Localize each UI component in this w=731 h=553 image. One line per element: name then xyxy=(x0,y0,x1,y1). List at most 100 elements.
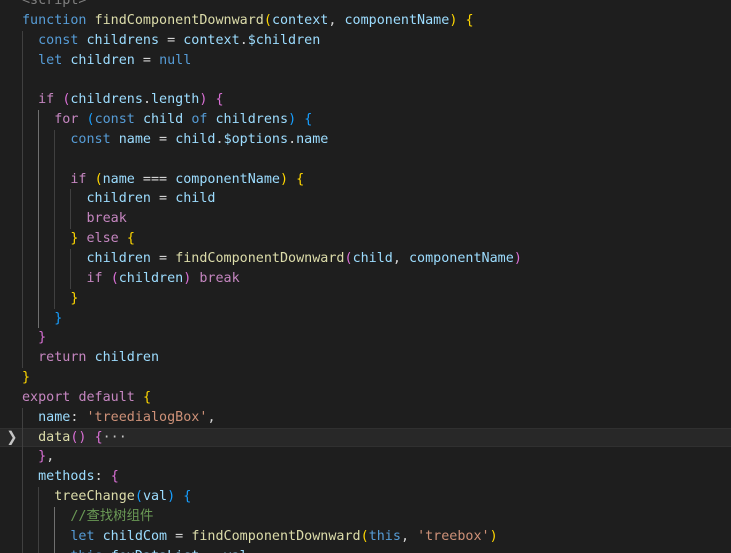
code-line[interactable]: export default { xyxy=(0,388,731,408)
code-line[interactable]: if (children) break xyxy=(0,268,731,289)
code-token: ( xyxy=(360,528,369,544)
code-token: if xyxy=(70,171,87,187)
code-line[interactable]: const childrens = context.$children xyxy=(0,30,731,51)
code-line[interactable]: } xyxy=(0,368,731,388)
code-token: componentName xyxy=(409,250,514,266)
code-token: { xyxy=(465,12,474,28)
code-line[interactable]: if (childrens.length) { xyxy=(0,90,731,111)
code-line[interactable]: name: 'treedialogBox', xyxy=(0,407,731,428)
code-line[interactable]: ❯ data() {··· xyxy=(0,427,731,449)
code-token: context xyxy=(183,32,240,48)
code-token: ) xyxy=(288,112,297,128)
code-token: let xyxy=(70,528,95,544)
code-token: . xyxy=(103,549,111,553)
code-line[interactable]: for (const child of childrens) { xyxy=(0,110,731,130)
code-line[interactable]: function findComponentDownward(context, … xyxy=(0,11,731,31)
code-token: ) xyxy=(513,250,522,266)
indent-guide xyxy=(22,149,23,170)
code-line[interactable]: } xyxy=(0,328,731,349)
fold-chevron-icon[interactable]: ❯ xyxy=(5,427,19,449)
code-text: function findComponentDownward(context, … xyxy=(22,11,474,31)
code-token: child xyxy=(352,250,393,266)
code-token: ( xyxy=(134,489,143,505)
code-token: . xyxy=(215,131,224,147)
code-line[interactable]: let childCom = findComponentDownward(thi… xyxy=(0,526,731,547)
code-line[interactable]: <script> xyxy=(0,0,731,11)
code-token: { xyxy=(94,429,103,445)
code-line[interactable]: let children = null xyxy=(0,50,731,71)
code-token: childrens xyxy=(86,32,160,48)
code-line[interactable]: if (name === componentName) { xyxy=(0,169,731,190)
code-text: let children = null xyxy=(22,51,191,71)
code-text: export default { xyxy=(22,388,151,408)
code-token: componentName xyxy=(344,12,450,28)
code-text: for (const child of childrens) { xyxy=(22,110,312,130)
code-editor[interactable]: <script> function findComponentDownward(c… xyxy=(0,0,731,553)
indent-guide xyxy=(22,70,23,91)
code-token: ) xyxy=(280,171,289,187)
code-line[interactable]: } xyxy=(0,288,731,309)
code-line[interactable]: treeChange(val) { xyxy=(0,487,731,507)
code-token: = xyxy=(151,250,176,266)
code-token: , xyxy=(46,449,55,465)
code-line[interactable]: methods: { xyxy=(0,467,731,488)
folded-region-ellipsis[interactable]: ··· xyxy=(103,430,127,445)
code-token: fexDataList xyxy=(111,549,200,553)
code-line[interactable]: //查找树组件 xyxy=(0,506,731,527)
code-line[interactable] xyxy=(0,70,731,91)
code-line[interactable]: return children xyxy=(0,348,731,369)
code-token: childrens xyxy=(215,112,289,128)
code-token: ( xyxy=(110,270,119,286)
code-line[interactable]: const name = child.$options.name xyxy=(0,129,731,150)
code-text: children = child xyxy=(22,189,216,209)
code-token: childrens xyxy=(70,92,143,108)
code-token: = xyxy=(167,528,192,544)
code-text: } xyxy=(22,309,62,329)
code-line[interactable] xyxy=(0,149,731,170)
code-token: //查找树组件 xyxy=(70,508,154,524)
code-token: $options xyxy=(223,131,289,147)
indent-guide xyxy=(38,149,40,170)
code-token: { xyxy=(304,112,313,128)
code-line[interactable]: children = child xyxy=(0,189,731,210)
code-token: children xyxy=(70,52,135,68)
code-token: , xyxy=(392,250,409,266)
code-line[interactable]: } xyxy=(0,308,731,329)
code-line[interactable]: children = findComponentDownward(child, … xyxy=(0,248,731,269)
code-text: //查找树组件 xyxy=(22,507,153,527)
code-token: findComponentDownward xyxy=(191,528,361,544)
code-line[interactable]: }, xyxy=(0,447,731,468)
code-text: name: 'treedialogBox', xyxy=(22,408,215,428)
code-token: . xyxy=(288,131,297,147)
code-token: } xyxy=(22,370,31,386)
indent-guide xyxy=(54,149,56,170)
code-token: children xyxy=(86,250,152,266)
code-token: = xyxy=(151,131,176,147)
code-token: ( xyxy=(344,250,353,266)
code-line[interactable]: this.fexDataList = val xyxy=(0,546,731,553)
code-token: children xyxy=(94,350,160,366)
code-line[interactable]: break xyxy=(0,209,731,230)
code-token: { xyxy=(126,231,135,247)
code-token: break xyxy=(86,211,127,227)
code-line[interactable]: } else { xyxy=(0,229,731,249)
code-text: if (children) break xyxy=(22,269,240,289)
